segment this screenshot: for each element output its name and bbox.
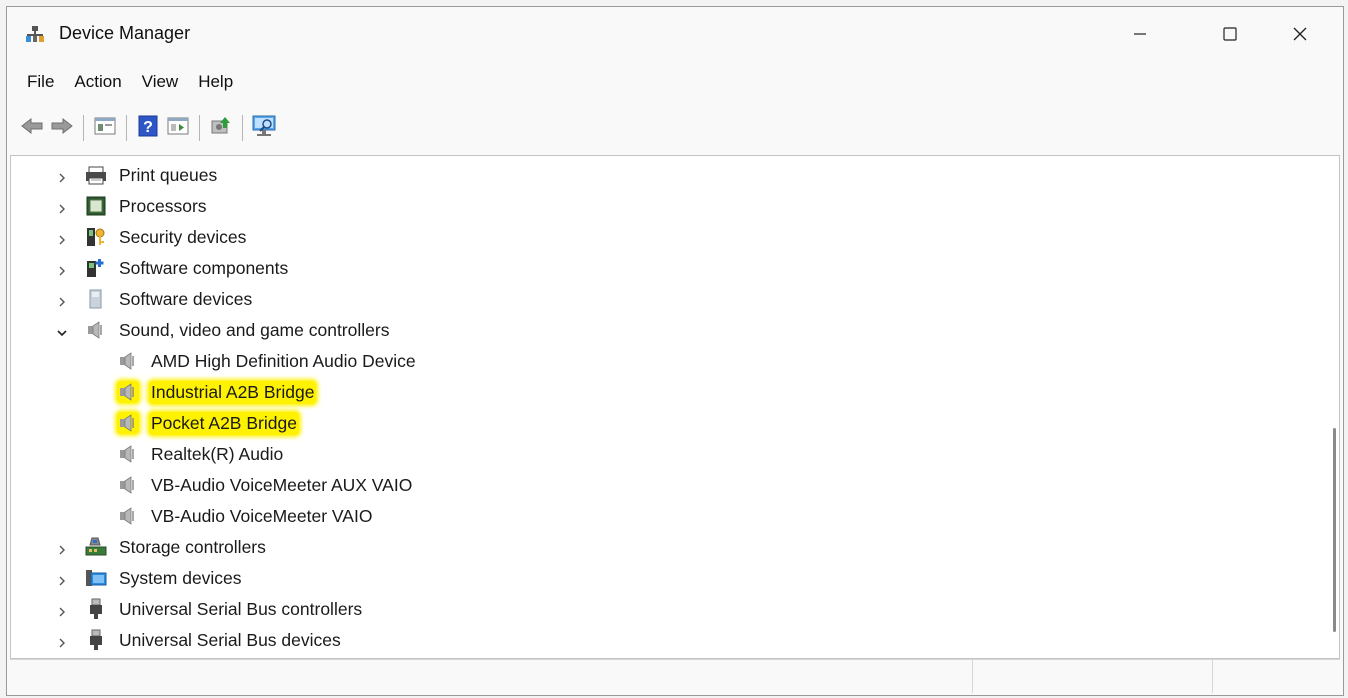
device-manager-window: Device Manager File Action View Help ? P… xyxy=(6,6,1344,696)
speaker-icon xyxy=(117,505,139,527)
back-arrow-icon xyxy=(20,116,44,141)
printer-icon xyxy=(85,164,107,186)
svg-text:?: ? xyxy=(143,119,153,136)
tree-item-label: Pocket A2B Bridge xyxy=(149,412,299,435)
toolbar-separator xyxy=(242,115,243,141)
tree-category[interactable]: System devices xyxy=(11,563,1331,594)
tree-category[interactable]: Storage controllers xyxy=(11,532,1331,563)
update-driver-button[interactable] xyxy=(206,113,236,143)
forward-arrow-icon xyxy=(50,116,74,141)
tree-device-item[interactable]: Realtek(R) Audio xyxy=(11,439,1331,470)
chevron-right-icon[interactable] xyxy=(55,200,69,214)
tree-category[interactable]: Software devices xyxy=(11,284,1331,315)
menu-action[interactable]: Action xyxy=(64,66,131,98)
menu-view[interactable]: View xyxy=(132,66,189,98)
scan-hardware-icon xyxy=(251,114,277,143)
properties-icon xyxy=(94,116,116,141)
status-bar-cell xyxy=(972,660,1213,693)
chevron-right-icon[interactable] xyxy=(55,634,69,648)
tree-item-label: Software devices xyxy=(119,289,253,309)
close-icon xyxy=(1292,26,1308,42)
tree-category[interactable]: Processors xyxy=(11,191,1331,222)
tree-device-item[interactable]: Pocket A2B Bridge xyxy=(11,408,1331,439)
tree-device-item[interactable]: VB-Audio VoiceMeeter VAIO xyxy=(11,501,1331,532)
help-icon: ? xyxy=(138,115,158,142)
chevron-right-icon[interactable] xyxy=(55,169,69,183)
tree-item-label: Sound, video and game controllers xyxy=(119,320,390,340)
tree-category[interactable]: Security devices xyxy=(11,222,1331,253)
update-driver-icon xyxy=(210,115,232,142)
speaker-icon xyxy=(117,412,139,434)
tree-item-label: Universal Serial Bus controllers xyxy=(119,599,363,619)
title-bar[interactable]: Device Manager xyxy=(7,7,1343,61)
tree-device-item[interactable]: VB-Audio VoiceMeeter AUX VAIO xyxy=(11,470,1331,501)
chevron-down-icon[interactable] xyxy=(55,324,69,338)
speaker-icon xyxy=(85,319,107,341)
tree-category[interactable]: Universal Serial Bus controllers xyxy=(11,594,1331,625)
toolbar: ? xyxy=(7,103,1343,153)
tree-device-item[interactable]: Industrial A2B Bridge xyxy=(11,377,1331,408)
chevron-right-icon[interactable] xyxy=(55,231,69,245)
tree-item-label: AMD High Definition Audio Device xyxy=(151,351,416,371)
menu-bar: File Action View Help xyxy=(7,61,1343,103)
tree-item-label: Realtek(R) Audio xyxy=(151,444,284,464)
toolbar-separator xyxy=(83,115,84,141)
minimize-button[interactable] xyxy=(1095,7,1185,61)
chevron-right-icon[interactable] xyxy=(55,603,69,617)
software-device-icon xyxy=(85,288,107,310)
chevron-right-icon[interactable] xyxy=(55,293,69,307)
menu-file[interactable]: File xyxy=(17,66,64,98)
menu-help[interactable]: Help xyxy=(188,66,243,98)
usb-icon xyxy=(85,598,107,620)
tree-device-item[interactable]: AMD High Definition Audio Device xyxy=(11,346,1331,377)
show-hide-console-tree-button[interactable] xyxy=(163,113,193,143)
tree-item-label: Software components xyxy=(119,258,289,278)
tree-item-label: Security devices xyxy=(119,227,247,247)
help-button[interactable]: ? xyxy=(133,113,163,143)
tree-item-label: Processors xyxy=(119,196,207,216)
tree-category[interactable]: Software components xyxy=(11,253,1331,284)
software-component-icon xyxy=(85,257,107,279)
status-bar xyxy=(10,659,1340,693)
minimize-icon xyxy=(1132,26,1148,42)
tree-item-label: VB-Audio VoiceMeeter AUX VAIO xyxy=(151,475,413,495)
maximize-icon xyxy=(1222,26,1238,42)
usb-icon xyxy=(85,629,107,651)
security-device-icon xyxy=(85,226,107,248)
scan-hardware-button[interactable] xyxy=(249,113,279,143)
device-tree[interactable]: Print queues Processors Security devices So… xyxy=(10,155,1340,659)
chevron-right-icon[interactable] xyxy=(55,572,69,586)
processor-icon xyxy=(85,195,107,217)
back-button[interactable] xyxy=(17,113,47,143)
tree-item-label: Storage controllers xyxy=(119,537,266,557)
status-bar-cell xyxy=(1212,660,1339,693)
tree-category[interactable]: Print queues xyxy=(11,160,1331,191)
speaker-icon xyxy=(117,474,139,496)
close-button[interactable] xyxy=(1255,7,1345,61)
storage-controller-icon xyxy=(85,536,107,558)
speaker-icon xyxy=(117,350,139,372)
speaker-icon xyxy=(117,443,139,465)
tree-item-label: Industrial A2B Bridge xyxy=(149,381,317,404)
show-hide-console-tree-icon xyxy=(167,116,189,141)
device-manager-icon xyxy=(25,25,45,43)
chevron-right-icon[interactable] xyxy=(55,262,69,276)
system-device-icon xyxy=(85,567,107,589)
tree-category[interactable]: Sound, video and game controllers xyxy=(11,315,1331,346)
vertical-scrollbar-thumb[interactable] xyxy=(1333,428,1336,632)
chevron-right-icon[interactable] xyxy=(55,541,69,555)
tree-item-label: System devices xyxy=(119,568,242,588)
properties-button[interactable] xyxy=(90,113,120,143)
tree-category[interactable]: Universal Serial Bus devices xyxy=(11,625,1331,656)
toolbar-separator xyxy=(199,115,200,141)
window-title: Device Manager xyxy=(59,23,191,43)
forward-button[interactable] xyxy=(47,113,77,143)
toolbar-separator xyxy=(126,115,127,141)
tree-item-label: Universal Serial Bus devices xyxy=(119,630,341,650)
tree-item-label: VB-Audio VoiceMeeter VAIO xyxy=(151,506,373,526)
speaker-icon xyxy=(117,381,139,403)
tree-item-label: Print queues xyxy=(119,165,218,185)
